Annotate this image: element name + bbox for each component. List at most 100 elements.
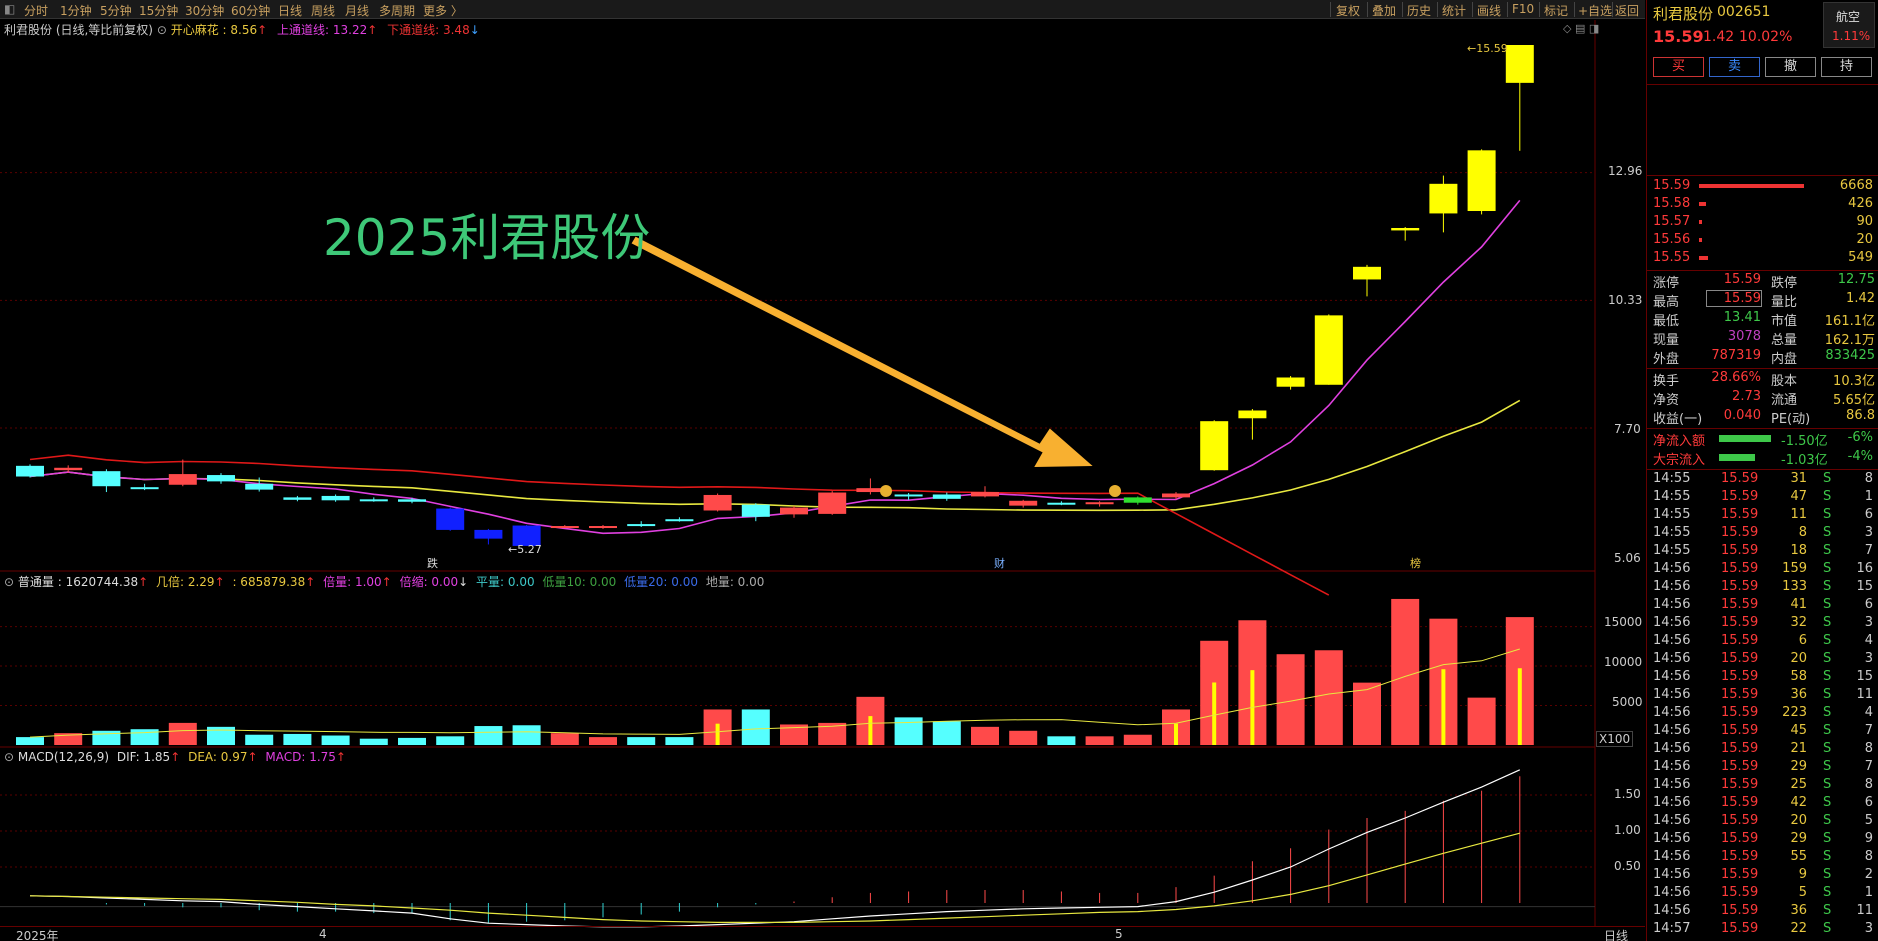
ask-volume: 6668 (1839, 178, 1873, 193)
candle-body (780, 507, 808, 515)
trade-price: 15.59 (1721, 867, 1759, 882)
trade-count: 11 (1856, 687, 1873, 702)
period-tab-monthly[interactable]: 月线 (345, 2, 369, 19)
trade-price: 15.59 (1721, 651, 1759, 666)
period-tab-fenshi[interactable]: 分时 (24, 2, 48, 19)
period-tab-multi[interactable]: 多周期 (379, 2, 415, 19)
trade-price: 15.59 (1721, 615, 1759, 630)
buy-button[interactable]: 买 (1653, 57, 1704, 77)
volume-bar (1009, 730, 1038, 745)
trade-side: S (1823, 597, 1832, 612)
period-tab-30min[interactable]: 30分钟 (185, 2, 224, 19)
tool-mark-button[interactable]: 标记 (1544, 2, 1568, 19)
indicator-dropdown-icon[interactable]: ⊙ (157, 23, 167, 37)
tool-back-button[interactable]: 返回 (1615, 2, 1639, 19)
stat-label: 净资 (1653, 393, 1680, 408)
ask-volume-bar (1699, 220, 1702, 224)
period-tab-more[interactable]: 更多 〉 (423, 2, 463, 19)
trade-count: 4 (1864, 633, 1873, 648)
stat-label: 最低 (1653, 314, 1680, 329)
marker-bang[interactable]: 榜 (1410, 555, 1421, 571)
period-label[interactable]: 日线 (1604, 927, 1628, 941)
ask-volume-bar (1699, 184, 1804, 188)
period-tab-1min[interactable]: 1分钟 (60, 2, 92, 19)
tool-history-button[interactable]: 历史 (1407, 2, 1431, 19)
trade-row: 14:56 15.59 45 S 7 (1647, 723, 1878, 741)
period-tab-5min[interactable]: 5分钟 (100, 2, 132, 19)
candle-body (1123, 497, 1152, 503)
trade-volume: 223 (1782, 705, 1807, 720)
tool-stats-button[interactable]: 统计 (1442, 2, 1466, 19)
tool-add-watchlist-button[interactable]: +自选 (1578, 2, 1612, 19)
candle-body (321, 495, 350, 501)
trade-count: 5 (1864, 813, 1873, 828)
price-tick-2: 10.33 (1608, 293, 1643, 307)
tool-draw-button[interactable]: 画线 (1477, 2, 1501, 19)
stat-value: 161.1亿 (1824, 314, 1875, 329)
trade-time: 14:56 (1653, 723, 1691, 738)
trade-count: 8 (1864, 471, 1873, 486)
stat-value: 0.040 (1723, 408, 1761, 423)
trade-ticks[interactable]: 14:55 15.59 31 S 8 14:55 15.59 47 S 1 14:55 15.59 11… (1647, 471, 1878, 941)
vol-indicator-icon[interactable]: ⊙ (4, 575, 14, 589)
annotation-text: 2025利君股份 (323, 209, 651, 267)
period-tab-daily[interactable]: 日线 (278, 2, 302, 19)
trade-price: 15.59 (1721, 795, 1759, 810)
trade-count: 6 (1864, 507, 1873, 522)
volume-bar (550, 733, 579, 745)
trade-volume: 8 (1798, 525, 1807, 540)
trade-side: S (1823, 579, 1832, 594)
trade-price: 15.59 (1721, 705, 1759, 720)
volume-bar (321, 735, 350, 745)
fund-flow: 净流入额 -1.50亿 -6% 大宗流入 -1.03亿 -4% (1647, 430, 1878, 468)
stock-code: 002651 (1717, 4, 1771, 20)
trade-time: 14:56 (1653, 903, 1691, 918)
marker-cai[interactable]: 财 (994, 555, 1005, 571)
candle-body (207, 475, 235, 482)
toolbar-toggle-icon[interactable]: ◧ (4, 2, 15, 16)
trade-time: 14:56 (1653, 633, 1691, 648)
cancel-order-button[interactable]: 撤 (1765, 57, 1816, 77)
sell-button[interactable]: 卖 (1709, 57, 1760, 77)
trade-row: 14:56 15.59 159 S 16 (1647, 561, 1878, 579)
kline-chart[interactable] (0, 20, 1645, 941)
tool-f10-button[interactable]: F10 (1512, 2, 1534, 16)
tool-fuquan-button[interactable]: 复权 (1336, 2, 1360, 19)
trade-row: 14:56 15.59 42 S 6 (1647, 795, 1878, 813)
marker-die[interactable]: 跌 (427, 555, 438, 571)
period-tab-60min[interactable]: 60分钟 (231, 2, 270, 19)
quote-panel: 利君股份 002651 15.59 1.42 10.02% 航空 1.11% 买… (1646, 0, 1878, 941)
sector-name: 航空 (1836, 10, 1861, 24)
period-tab-15min[interactable]: 15分钟 (139, 2, 178, 19)
macd-indicator-icon[interactable]: ⊙ (4, 750, 14, 764)
vol-legend-beisuo: 倍缩: 0.00 (399, 575, 459, 589)
money-bag-icon (880, 485, 892, 497)
trade-count: 9 (1864, 831, 1873, 846)
trade-volume: 133 (1782, 579, 1807, 594)
volume-bar (1047, 736, 1076, 745)
candle-body (589, 526, 617, 529)
stat-value: 28.66% (1711, 370, 1761, 385)
stock-change: 1.42 (1703, 29, 1735, 45)
chart-settings-icons[interactable]: ◇ ▤ ◨ (1563, 22, 1599, 35)
tool-overlay-button[interactable]: 叠加 (1372, 2, 1396, 19)
holdings-button[interactable]: 持 (1821, 57, 1872, 77)
trade-time: 14:56 (1653, 741, 1691, 756)
vol-legend-diliang: 地量: 0.00 (705, 575, 765, 589)
macd-legend-dif: DIF: 1.85 (116, 750, 171, 764)
period-tab-weekly[interactable]: 周线 (311, 2, 335, 19)
macd-tick-2: 1.00 (1614, 823, 1641, 837)
trade-row: 14:56 15.59 21 S 8 (1647, 741, 1878, 759)
trade-time: 14:56 (1653, 867, 1691, 882)
trade-side: S (1823, 543, 1832, 558)
stat-label: 总量 (1771, 333, 1798, 348)
price-tick-1: 12.96 (1608, 164, 1643, 178)
sector-box[interactable]: 航空 1.11% (1823, 2, 1875, 48)
price-tick-4: 5.06 (1614, 551, 1641, 565)
volume-bar (741, 709, 770, 745)
candle-body (1505, 45, 1534, 83)
ma-magenta-line (29, 199, 1521, 535)
trade-price: 15.59 (1721, 579, 1759, 594)
trade-time: 14:56 (1653, 777, 1691, 792)
trade-time: 14:57 (1653, 921, 1691, 936)
